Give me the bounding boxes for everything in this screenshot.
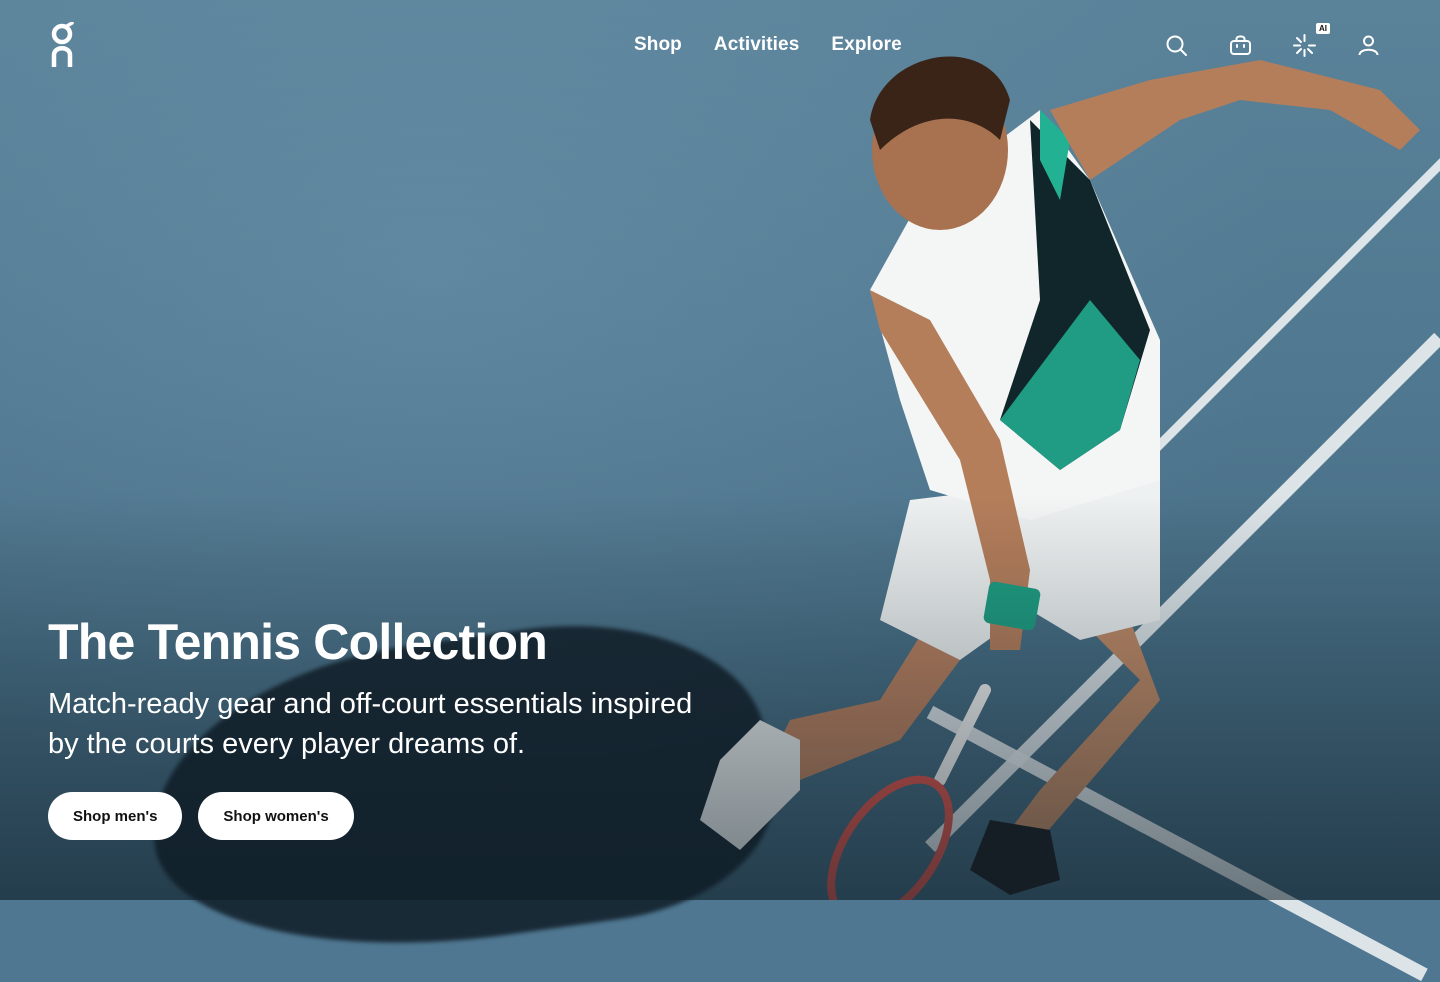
main-nav: Shop Activities Explore [634,33,902,57]
ai-badge: AI [1316,23,1330,34]
shop-mens-button[interactable]: Shop men's [48,792,183,840]
site-header: Shop Activities Explore AI [0,0,1440,90]
account-icon[interactable] [1356,33,1381,58]
ai-sparkle-icon[interactable] [1292,33,1317,58]
shopping-bag-icon[interactable] [1228,33,1253,58]
on-logo-icon[interactable] [50,21,78,68]
shop-womens-button[interactable]: Shop women's [198,792,354,840]
header-icon-group [1164,33,1381,58]
nav-explore[interactable]: Explore [831,33,901,57]
hero-subtitle: Match-ready gear and off-court essential… [48,688,693,760]
hero-title: The Tennis Collection [48,614,548,670]
hero-button-group: Shop men's Shop women's [48,792,748,840]
nav-shop[interactable]: Shop [634,33,682,57]
search-icon[interactable] [1164,33,1189,58]
hero-content: The Tennis Collection Match-ready gear a… [48,612,748,840]
nav-activities[interactable]: Activities [714,33,799,57]
